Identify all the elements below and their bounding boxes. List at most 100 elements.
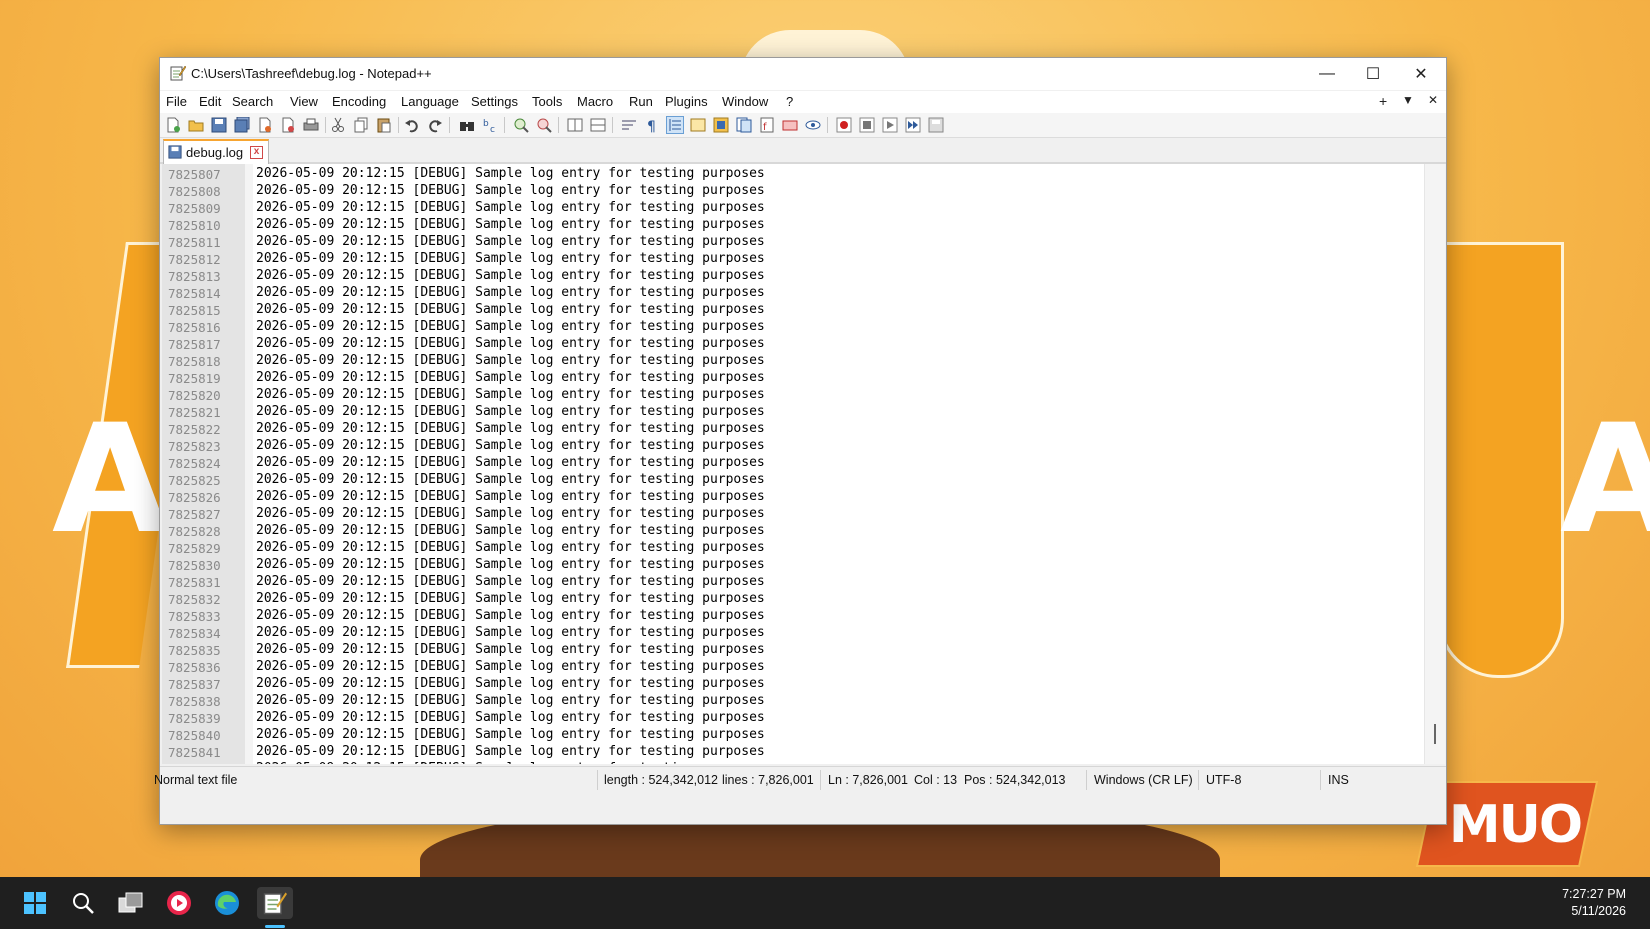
text-editor[interactable]: 7825807 2026-05-09 20:12:15 [DEBUG] Sampl… (162, 164, 1424, 764)
editor-line[interactable]: 7825835 2026-05-09 20:12:15 [DEBUG] Sampl… (162, 642, 1424, 659)
line-text[interactable]: 2026-05-09 20:12:15 [DEBUG] Sample log e… (256, 421, 765, 436)
editor-line[interactable]: 7825807 2026-05-09 20:12:15 [DEBUG] Sampl… (162, 166, 1424, 183)
line-text[interactable]: 2026-05-09 20:12:15 [DEBUG] Sample log e… (256, 693, 765, 708)
editor-line[interactable]: 7825813 2026-05-09 20:12:15 [DEBUG] Sampl… (162, 268, 1424, 285)
editor-line[interactable]: 7825828 2026-05-09 20:12:15 [DEBUG] Sampl… (162, 523, 1424, 540)
tab-close-icon[interactable]: x (250, 146, 263, 159)
new-tab-button[interactable]: + (1379, 93, 1387, 109)
line-text[interactable]: 2026-05-09 20:12:15 [DEBUG] Sample log e… (256, 523, 765, 538)
tab-list-dropdown-icon[interactable]: ▼ (1402, 93, 1414, 107)
line-text[interactable]: 2026-05-09 20:12:15 [DEBUG] Sample log e… (256, 727, 765, 742)
line-text[interactable]: 2026-05-09 20:12:15 [DEBUG] Sample log e… (256, 387, 765, 402)
paste-icon[interactable] (376, 117, 392, 133)
editor-line[interactable]: 7825836 2026-05-09 20:12:15 [DEBUG] Sampl… (162, 659, 1424, 676)
monitoring-eye-icon[interactable] (805, 117, 821, 133)
menu-file[interactable]: File (166, 94, 187, 109)
editor-line[interactable]: 7825827 2026-05-09 20:12:15 [DEBUG] Sampl… (162, 506, 1424, 523)
editor-line[interactable]: 7825833 2026-05-09 20:12:15 [DEBUG] Sampl… (162, 608, 1424, 625)
editor-line[interactable]: 7825837 2026-05-09 20:12:15 [DEBUG] Sampl… (162, 676, 1424, 693)
menu-help[interactable]: ? (786, 94, 793, 109)
line-text[interactable]: 2026-05-09 20:12:15 [DEBUG] Sample log e… (256, 251, 765, 266)
open-file-icon[interactable] (188, 117, 204, 133)
line-text[interactable]: 2026-05-09 20:12:15 [DEBUG] Sample log e… (256, 489, 765, 504)
close-file-icon[interactable] (257, 117, 273, 133)
line-text[interactable]: 2026-05-09 20:12:15 [DEBUG] Sample log e… (256, 676, 765, 691)
task-view-button[interactable] (115, 887, 147, 919)
line-text[interactable]: 2026-05-09 20:12:15 [DEBUG] Sample log e… (256, 319, 765, 334)
editor-line[interactable]: 7825829 2026-05-09 20:12:15 [DEBUG] Sampl… (162, 540, 1424, 557)
menu-window[interactable]: Window (722, 94, 768, 109)
line-text[interactable]: 2026-05-09 20:12:15 [DEBUG] Sample log e… (256, 183, 765, 198)
editor-line[interactable]: 7825812 2026-05-09 20:12:15 [DEBUG] Sampl… (162, 251, 1424, 268)
editor-line[interactable]: 7825840 2026-05-09 20:12:15 [DEBUG] Sampl… (162, 727, 1424, 744)
menu-language[interactable]: Language (401, 94, 459, 109)
editor-line[interactable]: 7825823 2026-05-09 20:12:15 [DEBUG] Sampl… (162, 438, 1424, 455)
editor-line[interactable]: 7825832 2026-05-09 20:12:15 [DEBUG] Sampl… (162, 591, 1424, 608)
line-text[interactable]: 2026-05-09 20:12:15 [DEBUG] Sample log e… (256, 761, 765, 764)
menu-run[interactable]: Run (629, 94, 653, 109)
line-text[interactable]: 2026-05-09 20:12:15 [DEBUG] Sample log e… (256, 200, 765, 215)
run-macro-multiple-icon[interactable] (905, 117, 921, 133)
line-text[interactable]: 2026-05-09 20:12:15 [DEBUG] Sample log e… (256, 591, 765, 606)
scrollbar-thumb[interactable] (1434, 724, 1436, 744)
line-text[interactable]: 2026-05-09 20:12:15 [DEBUG] Sample log e… (256, 472, 765, 487)
editor-line[interactable]: 7825815 2026-05-09 20:12:15 [DEBUG] Sampl… (162, 302, 1424, 319)
menu-encoding[interactable]: Encoding (332, 94, 386, 109)
editor-line[interactable]: 7825809 2026-05-09 20:12:15 [DEBUG] Sampl… (162, 200, 1424, 217)
editor-line[interactable]: 7825825 2026-05-09 20:12:15 [DEBUG] Sampl… (162, 472, 1424, 489)
editor-line[interactable]: 7825838 2026-05-09 20:12:15 [DEBUG] Sampl… (162, 693, 1424, 710)
save-icon[interactable] (211, 117, 227, 133)
system-clock[interactable]: 7:27:27 PM 5/11/2026 (1562, 886, 1626, 920)
line-text[interactable]: 2026-05-09 20:12:15 [DEBUG] Sample log e… (256, 642, 765, 657)
menu-macro[interactable]: Macro (577, 94, 613, 109)
line-text[interactable]: 2026-05-09 20:12:15 [DEBUG] Sample log e… (256, 506, 765, 521)
tab-debug-log[interactable]: debug.log x (163, 139, 269, 164)
folder-as-workspace-icon[interactable] (782, 117, 798, 133)
copy-icon[interactable] (353, 117, 369, 133)
editor-line[interactable]: 7825808 2026-05-09 20:12:15 [DEBUG] Sampl… (162, 183, 1424, 200)
line-text[interactable]: 2026-05-09 20:12:15 [DEBUG] Sample log e… (256, 166, 765, 181)
menu-plugins[interactable]: Plugins (665, 94, 708, 109)
close-document-button[interactable]: ✕ (1428, 93, 1438, 107)
minimize-button[interactable]: — (1304, 58, 1350, 90)
editor-line[interactable]: 7825839 2026-05-09 20:12:15 [DEBUG] Sampl… (162, 710, 1424, 727)
edge-browser-button[interactable] (211, 887, 243, 919)
editor-line[interactable]: 7825841 2026-05-09 20:12:15 [DEBUG] Sampl… (162, 744, 1424, 761)
editor-line[interactable]: 7825842 2026-05-09 20:12:15 [DEBUG] Sampl… (162, 761, 1424, 764)
line-text[interactable]: 2026-05-09 20:12:15 [DEBUG] Sample log e… (256, 608, 765, 623)
cut-icon[interactable] (330, 117, 346, 133)
editor-line[interactable]: 7825834 2026-05-09 20:12:15 [DEBUG] Sampl… (162, 625, 1424, 642)
editor-line[interactable]: 7825819 2026-05-09 20:12:15 [DEBUG] Sampl… (162, 370, 1424, 387)
search-button[interactable] (67, 887, 99, 919)
line-text[interactable]: 2026-05-09 20:12:15 [DEBUG] Sample log e… (256, 455, 765, 470)
close-all-icon[interactable] (280, 117, 296, 133)
line-text[interactable]: 2026-05-09 20:12:15 [DEBUG] Sample log e… (256, 625, 765, 640)
line-text[interactable]: 2026-05-09 20:12:15 [DEBUG] Sample log e… (256, 217, 765, 232)
close-button[interactable]: ✕ (1398, 58, 1444, 90)
vertical-scrollbar[interactable] (1424, 164, 1445, 764)
editor-line[interactable]: 7825821 2026-05-09 20:12:15 [DEBUG] Sampl… (162, 404, 1424, 421)
print-icon[interactable] (303, 117, 319, 133)
start-button[interactable] (19, 887, 51, 919)
line-text[interactable]: 2026-05-09 20:12:15 [DEBUG] Sample log e… (256, 438, 765, 453)
line-text[interactable]: 2026-05-09 20:12:15 [DEBUG] Sample log e… (256, 710, 765, 725)
title-bar[interactable]: C:\Users\Tashreef\debug.log - Notepad++ … (160, 58, 1446, 90)
line-text[interactable]: 2026-05-09 20:12:15 [DEBUG] Sample log e… (256, 557, 765, 572)
replace-icon[interactable]: bc (482, 117, 498, 133)
user-defined-language-icon[interactable] (690, 117, 706, 133)
notepadpp-taskbar-button[interactable] (257, 887, 293, 919)
status-eol[interactable]: Windows (CR LF) (1094, 773, 1193, 787)
editor-line[interactable]: 7825817 2026-05-09 20:12:15 [DEBUG] Sampl… (162, 336, 1424, 353)
redo-icon[interactable] (427, 117, 443, 133)
document-map-icon[interactable] (713, 117, 729, 133)
menu-settings[interactable]: Settings (471, 94, 518, 109)
line-text[interactable]: 2026-05-09 20:12:15 [DEBUG] Sample log e… (256, 336, 765, 351)
status-encoding[interactable]: UTF-8 (1206, 773, 1241, 787)
undo-icon[interactable] (404, 117, 420, 133)
maximize-button[interactable]: ☐ (1350, 58, 1396, 90)
show-all-characters-icon[interactable]: ¶ (644, 117, 660, 133)
editor-line[interactable]: 7825831 2026-05-09 20:12:15 [DEBUG] Sampl… (162, 574, 1424, 591)
line-text[interactable]: 2026-05-09 20:12:15 [DEBUG] Sample log e… (256, 285, 765, 300)
zoom-out-icon[interactable] (536, 117, 552, 133)
find-icon[interactable] (459, 117, 475, 133)
